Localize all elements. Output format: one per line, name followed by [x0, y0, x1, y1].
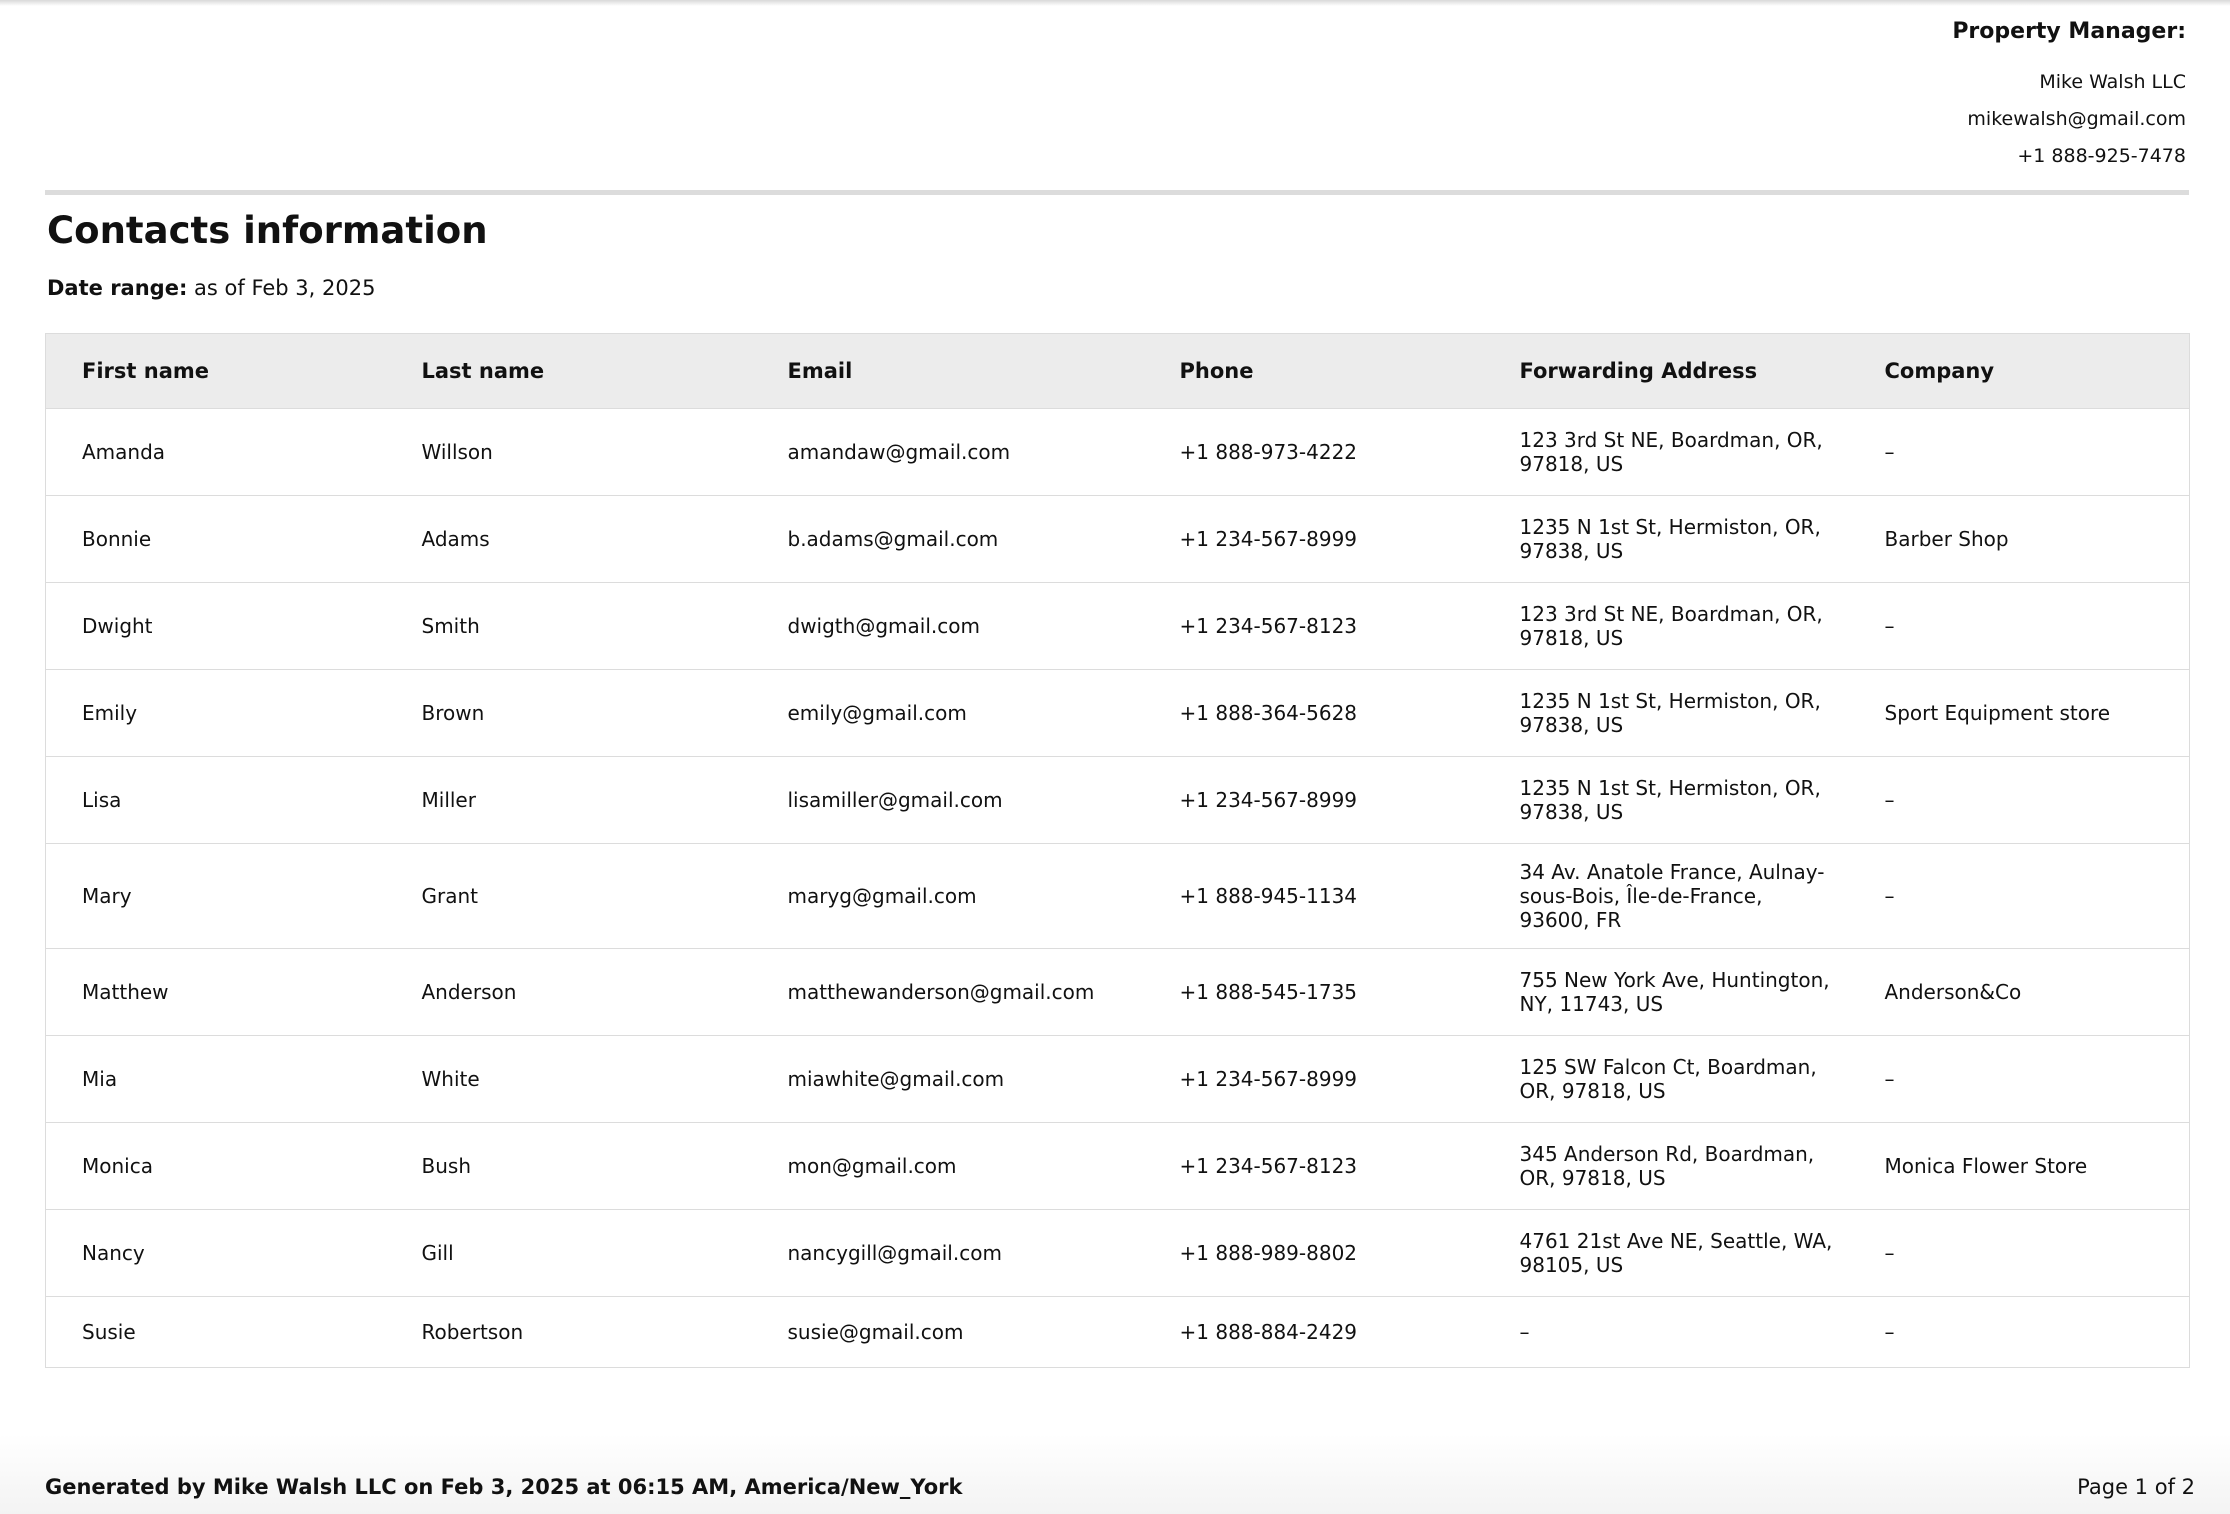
cell-email: emily@gmail.com	[751, 669, 1144, 757]
cell-phone: +1 234-567-8999	[1143, 1035, 1484, 1123]
cell-email: lisamiller@gmail.com	[751, 756, 1144, 844]
cell-email: susie@gmail.com	[751, 1296, 1144, 1368]
cell-email: amandaw@gmail.com	[751, 408, 1144, 496]
cell-forwarding-address: 4761 21st Ave NE, Seattle, WA, 98105, US	[1483, 1209, 1849, 1297]
property-manager-block: Property Manager: Mike Walsh LLC mikewal…	[1952, 18, 2186, 175]
cell-forwarding-address: 1235 N 1st St, Hermiston, OR, 97838, US	[1483, 756, 1849, 844]
cell-first-name: Mia	[45, 1035, 386, 1123]
cell-company: –	[1848, 1035, 2190, 1123]
cell-forwarding-address: –	[1483, 1296, 1849, 1368]
cell-last-name: Anderson	[385, 948, 752, 1036]
table-row: Amanda Willson amandaw@gmail.com +1 888-…	[45, 408, 2190, 496]
column-header-forwarding-address: Forwarding Address	[1483, 333, 1849, 409]
cell-forwarding-address: 345 Anderson Rd, Boardman, OR, 97818, US	[1483, 1122, 1849, 1210]
cell-forwarding-address: 755 New York Ave, Huntington, NY, 11743,…	[1483, 948, 1849, 1036]
cell-company: –	[1848, 408, 2190, 496]
cell-phone: +1 888-545-1735	[1143, 948, 1484, 1036]
cell-first-name: Monica	[45, 1122, 386, 1210]
cell-first-name: Nancy	[45, 1209, 386, 1297]
table-row: Mary Grant maryg@gmail.com +1 888-945-11…	[45, 843, 2190, 949]
cell-phone: +1 234-567-8999	[1143, 756, 1484, 844]
column-header-first-name: First name	[45, 333, 386, 409]
cell-phone: +1 888-884-2429	[1143, 1296, 1484, 1368]
cell-last-name: Robertson	[385, 1296, 752, 1368]
table-row: Nancy Gill nancygill@gmail.com +1 888-98…	[45, 1209, 2190, 1297]
cell-last-name: Brown	[385, 669, 752, 757]
cell-last-name: Grant	[385, 843, 752, 949]
cell-last-name: Willson	[385, 408, 752, 496]
cell-email: miawhite@gmail.com	[751, 1035, 1144, 1123]
cell-phone: +1 234-567-8999	[1143, 495, 1484, 583]
cell-company: Sport Equipment store	[1848, 669, 2190, 757]
cell-company: Anderson&Co	[1848, 948, 2190, 1036]
table-row: Dwight Smith dwigth@gmail.com +1 234-567…	[45, 582, 2190, 670]
contacts-table: First name Last name Email Phone Forward…	[45, 333, 2190, 1368]
cell-forwarding-address: 123 3rd St NE, Boardman, OR, 97818, US	[1483, 408, 1849, 496]
cell-first-name: Susie	[45, 1296, 386, 1368]
cell-company: Monica Flower Store	[1848, 1122, 2190, 1210]
header-divider	[45, 190, 2189, 195]
table-row: Susie Robertson susie@gmail.com +1 888-8…	[45, 1296, 2190, 1368]
cell-phone: +1 234-567-8123	[1143, 1122, 1484, 1210]
cell-first-name: Dwight	[45, 582, 386, 670]
table-row: Monica Bush mon@gmail.com +1 234-567-812…	[45, 1122, 2190, 1210]
cell-forwarding-address: 1235 N 1st St, Hermiston, OR, 97838, US	[1483, 495, 1849, 583]
property-manager-heading: Property Manager:	[1952, 19, 2186, 44]
cell-last-name: Smith	[385, 582, 752, 670]
column-header-company: Company	[1848, 333, 2190, 409]
cell-company: –	[1848, 1209, 2190, 1297]
table-row: Bonnie Adams b.adams@gmail.com +1 234-56…	[45, 495, 2190, 583]
column-header-last-name: Last name	[385, 333, 752, 409]
cell-last-name: Adams	[385, 495, 752, 583]
cell-email: mon@gmail.com	[751, 1122, 1144, 1210]
cell-forwarding-address: 123 3rd St NE, Boardman, OR, 97818, US	[1483, 582, 1849, 670]
cell-email: b.adams@gmail.com	[751, 495, 1144, 583]
table-row: Lisa Miller lisamiller@gmail.com +1 234-…	[45, 756, 2190, 844]
table-row: Matthew Anderson matthewanderson@gmail.c…	[45, 948, 2190, 1036]
cell-first-name: Mary	[45, 843, 386, 949]
cell-last-name: White	[385, 1035, 752, 1123]
cell-phone: +1 234-567-8123	[1143, 582, 1484, 670]
cell-forwarding-address: 1235 N 1st St, Hermiston, OR, 97838, US	[1483, 669, 1849, 757]
cell-company: Barber Shop	[1848, 495, 2190, 583]
cell-forwarding-address: 125 SW Falcon Ct, Boardman, OR, 97818, U…	[1483, 1035, 1849, 1123]
property-manager-name: Mike Walsh LLC	[2039, 71, 2186, 93]
page-indicator: Page 1 of 2	[2077, 1475, 2195, 1499]
cell-email: nancygill@gmail.com	[751, 1209, 1144, 1297]
table-header-row: First name Last name Email Phone Forward…	[45, 333, 2190, 409]
cell-email: maryg@gmail.com	[751, 843, 1144, 949]
cell-last-name: Bush	[385, 1122, 752, 1210]
column-header-email: Email	[751, 333, 1144, 409]
cell-first-name: Matthew	[45, 948, 386, 1036]
cell-first-name: Lisa	[45, 756, 386, 844]
cell-email: matthewanderson@gmail.com	[751, 948, 1144, 1036]
cell-company: –	[1848, 756, 2190, 844]
table-row: Emily Brown emily@gmail.com +1 888-364-5…	[45, 669, 2190, 757]
cell-last-name: Miller	[385, 756, 752, 844]
date-range-value: as of Feb 3, 2025	[194, 276, 376, 300]
cell-company: –	[1848, 582, 2190, 670]
cell-last-name: Gill	[385, 1209, 752, 1297]
cell-first-name: Amanda	[45, 408, 386, 496]
page-title: Contacts information	[47, 209, 488, 252]
cell-forwarding-address: 34 Av. Anatole France, Aulnay-sous-Bois,…	[1483, 843, 1849, 949]
cell-first-name: Bonnie	[45, 495, 386, 583]
cell-company: –	[1848, 1296, 2190, 1368]
property-manager-email: mikewalsh@gmail.com	[1967, 108, 2186, 130]
property-manager-phone: +1 888-925-7478	[2017, 145, 2186, 167]
cell-phone: +1 888-364-5628	[1143, 669, 1484, 757]
cell-email: dwigth@gmail.com	[751, 582, 1144, 670]
cell-phone: +1 888-973-4222	[1143, 408, 1484, 496]
generated-note: Generated by Mike Walsh LLC on Feb 3, 20…	[45, 1475, 963, 1499]
cell-first-name: Emily	[45, 669, 386, 757]
cell-company: –	[1848, 843, 2190, 949]
top-shadow	[0, 0, 2230, 6]
date-range: Date range: as of Feb 3, 2025	[47, 273, 375, 303]
table-row: Mia White miawhite@gmail.com +1 234-567-…	[45, 1035, 2190, 1123]
column-header-phone: Phone	[1143, 333, 1484, 409]
cell-phone: +1 888-989-8802	[1143, 1209, 1484, 1297]
date-range-label: Date range:	[47, 276, 188, 300]
cell-phone: +1 888-945-1134	[1143, 843, 1484, 949]
